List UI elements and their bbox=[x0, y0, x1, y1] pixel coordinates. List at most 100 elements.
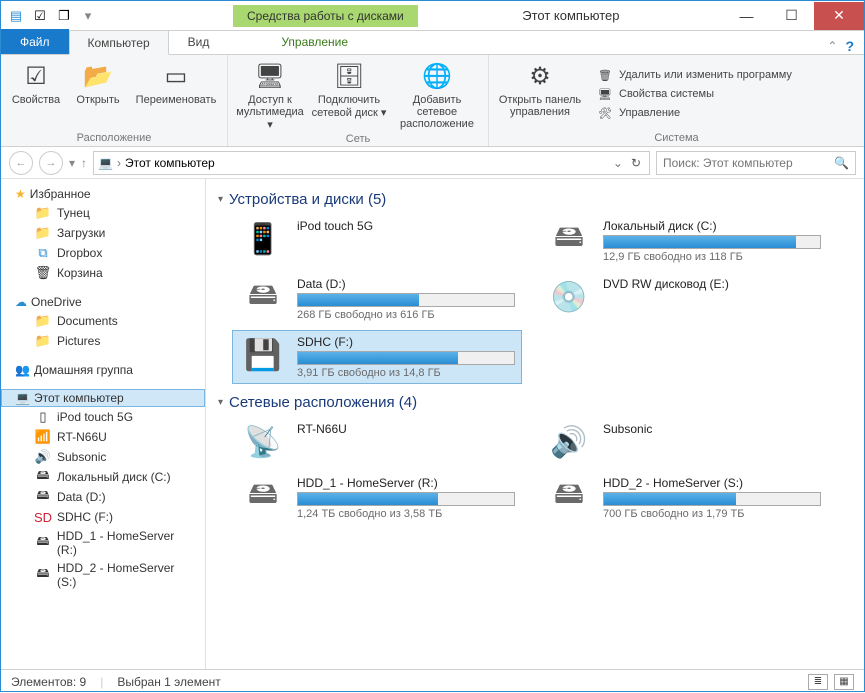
map-drive-button[interactable]: 🗄 Подключить сетевой диск ▾ bbox=[310, 58, 388, 131]
drive-icon: 💾 bbox=[239, 335, 287, 375]
sidebar-item-sdhc[interactable]: SDSDHC (F:) bbox=[1, 507, 205, 527]
control-panel-label: Открыть панель управления bbox=[495, 94, 585, 118]
refresh-icon[interactable]: ↻ bbox=[627, 156, 645, 170]
section-drives-header[interactable]: ▾Устройства и диски (5) bbox=[218, 191, 852, 208]
sidebar-item-hdd1[interactable]: 🖴HDD_1 - HomeServer (R:) bbox=[1, 527, 205, 559]
system-properties-button[interactable]: 🖥Свойства системы bbox=[597, 86, 792, 102]
open-label: Открыть bbox=[76, 94, 119, 106]
view-large-button[interactable]: ▦ bbox=[834, 674, 854, 690]
favorites-header[interactable]: ★Избранное bbox=[1, 185, 205, 203]
help-icon[interactable]: ? bbox=[845, 38, 854, 54]
star-icon: ★ bbox=[15, 187, 26, 201]
onedrive-header[interactable]: ☁OneDrive bbox=[1, 293, 205, 311]
status-item-count: Элементов: 9 bbox=[11, 675, 86, 689]
drive-item[interactable]: 🖴HDD_1 - HomeServer (R:)1,24 ТБ свободно… bbox=[232, 471, 522, 525]
folder-icon: 📁 bbox=[35, 313, 51, 329]
sidebar-item-hdd2[interactable]: 🖴HDD_2 - HomeServer (S:) bbox=[1, 559, 205, 591]
open-folder-icon: 📂 bbox=[82, 60, 114, 92]
back-button[interactable]: ← bbox=[9, 151, 33, 175]
maximize-button[interactable]: ☐ bbox=[769, 2, 814, 30]
properties-button[interactable]: ☑ Свойства bbox=[7, 58, 65, 130]
add-location-button[interactable]: 🌐 Добавить сетевое расположение bbox=[392, 58, 482, 131]
drives-grid: 📱iPod touch 5G 🖴Локальный диск (C:)12,9 Г… bbox=[232, 214, 852, 384]
content-pane: ▾Устройства и диски (5) 📱iPod touch 5G 🖴Л… bbox=[206, 179, 864, 669]
history-dropdown-icon[interactable]: ▾ bbox=[69, 156, 75, 170]
drive-name: DVD RW дисковод (E:) bbox=[603, 277, 821, 291]
drive-icon: 🖴 bbox=[35, 489, 51, 505]
sidebar-item-documents[interactable]: 📁Documents bbox=[1, 311, 205, 331]
drive-name: Data (D:) bbox=[297, 277, 515, 291]
sidebar-item-dropbox[interactable]: ⧉Dropbox bbox=[1, 243, 205, 263]
drive-icon: 💿 bbox=[545, 277, 593, 317]
tab-computer[interactable]: Компьютер bbox=[69, 30, 169, 55]
system-props-icon: 🖥 bbox=[597, 86, 613, 102]
open-button[interactable]: 📂 Открыть bbox=[69, 58, 127, 130]
section-network-header[interactable]: ▾Сетевые расположения (4) bbox=[218, 394, 852, 411]
search-input[interactable] bbox=[663, 156, 834, 170]
group-network-label: Сеть bbox=[234, 131, 482, 145]
tab-view[interactable]: Вид bbox=[169, 29, 229, 54]
app-icon[interactable]: ▤ bbox=[5, 5, 27, 27]
drive-icon: 📱 bbox=[239, 219, 287, 259]
search-box[interactable]: 🔍 bbox=[656, 151, 856, 175]
sidebar-item-subsonic[interactable]: 🔊Subsonic bbox=[1, 447, 205, 467]
qat-dropdown-icon[interactable]: ▾ bbox=[77, 5, 99, 27]
uninstall-button[interactable]: 🗑Удалить или изменить программу bbox=[597, 67, 792, 83]
manage-label: Управление bbox=[619, 107, 680, 119]
drive-name: RT-N66U bbox=[297, 422, 515, 436]
drive-item[interactable]: 📡RT-N66U bbox=[232, 417, 522, 467]
rename-button[interactable]: ▭ Переименовать bbox=[131, 58, 221, 130]
usage-bar bbox=[297, 492, 515, 506]
map-drive-icon: 🗄 bbox=[333, 60, 365, 92]
sidebar-item-ipod[interactable]: ▯iPod touch 5G bbox=[1, 407, 205, 427]
sidebar-item-rtn66u[interactable]: 📶RT-N66U bbox=[1, 427, 205, 447]
sidebar-item-pictures[interactable]: 📁Pictures bbox=[1, 331, 205, 351]
address-dropdown-icon[interactable]: ⌄ bbox=[613, 156, 623, 170]
up-button[interactable]: ↑ bbox=[81, 156, 87, 170]
minimize-button[interactable]: — bbox=[724, 2, 769, 30]
sidebar-item-downloads[interactable]: 📁Загрузки bbox=[1, 223, 205, 243]
drive-subtext: 12,9 ГБ свободно из 118 ГБ bbox=[603, 251, 821, 263]
forward-button[interactable]: → bbox=[39, 151, 63, 175]
properties-icon: ☑ bbox=[20, 60, 52, 92]
sidebar-item-tunec[interactable]: 📁Тунец bbox=[1, 203, 205, 223]
tab-file[interactable]: Файл bbox=[1, 29, 69, 54]
device-icon: ▯ bbox=[35, 409, 51, 425]
pc-icon: 💻 bbox=[98, 156, 113, 170]
qat-properties-icon[interactable]: ☑ bbox=[29, 5, 51, 27]
netdrive-icon: 🖴 bbox=[35, 535, 51, 551]
drive-icon: 🖴 bbox=[239, 277, 287, 317]
sidebar-item-localc[interactable]: 🖴Локальный диск (C:) bbox=[1, 467, 205, 487]
onedrive-icon: ☁ bbox=[15, 295, 27, 309]
view-details-button[interactable]: ≣ bbox=[808, 674, 828, 690]
sidebar-item-datad[interactable]: 🖴Data (D:) bbox=[1, 487, 205, 507]
uninstall-label: Удалить или изменить программу bbox=[619, 69, 792, 81]
usage-bar bbox=[297, 293, 515, 307]
ribbon-collapse-icon[interactable]: ⌃ bbox=[827, 39, 837, 53]
address-bar[interactable]: 💻 › Этот компьютер ⌄ ↻ bbox=[93, 151, 650, 175]
rename-icon: ▭ bbox=[160, 60, 192, 92]
recycle-icon: 🗑 bbox=[35, 265, 51, 281]
drive-item[interactable]: 🖴Локальный диск (C:)12,9 ГБ свободно из … bbox=[538, 214, 828, 268]
homegroup-header[interactable]: 👥Домашняя группа bbox=[1, 361, 205, 379]
media-access-button[interactable]: 🖥 Доступ к мультимедиа ▾ bbox=[234, 58, 306, 131]
drive-name: SDHC (F:) bbox=[297, 335, 515, 349]
drive-item[interactable]: 📱iPod touch 5G bbox=[232, 214, 522, 268]
close-button[interactable]: ✕ bbox=[814, 2, 864, 30]
drive-item[interactable]: 💿 DVD RW дисковод (E:) bbox=[538, 272, 828, 326]
tab-manage[interactable]: Управление bbox=[262, 29, 367, 54]
thispc-header[interactable]: 💻Этот компьютер bbox=[1, 389, 205, 407]
qat-newfolder-icon[interactable]: ❐ bbox=[53, 5, 75, 27]
drive-subtext: 1,24 ТБ свободно из 3,58 ТБ bbox=[297, 508, 515, 520]
drive-item[interactable]: 🖴Data (D:)268 ГБ свободно из 616 ГБ bbox=[232, 272, 522, 326]
drive-item[interactable]: 🔊Subsonic bbox=[538, 417, 828, 467]
manage-button[interactable]: 🛠Управление bbox=[597, 105, 792, 121]
drive-item[interactable]: 💾SDHC (F:)3,91 ГБ свободно из 14,8 ГБ bbox=[232, 330, 522, 384]
folder-icon: 📁 bbox=[35, 333, 51, 349]
breadcrumb[interactable]: Этот компьютер bbox=[125, 156, 215, 170]
media-icon: 🖥 bbox=[254, 60, 286, 92]
search-icon[interactable]: 🔍 bbox=[834, 156, 849, 170]
drive-item[interactable]: 🖴HDD_2 - HomeServer (S:)700 ГБ свободно … bbox=[538, 471, 828, 525]
control-panel-button[interactable]: ⚙ Открыть панель управления bbox=[495, 58, 585, 130]
sidebar-item-recycle[interactable]: 🗑Корзина bbox=[1, 263, 205, 283]
